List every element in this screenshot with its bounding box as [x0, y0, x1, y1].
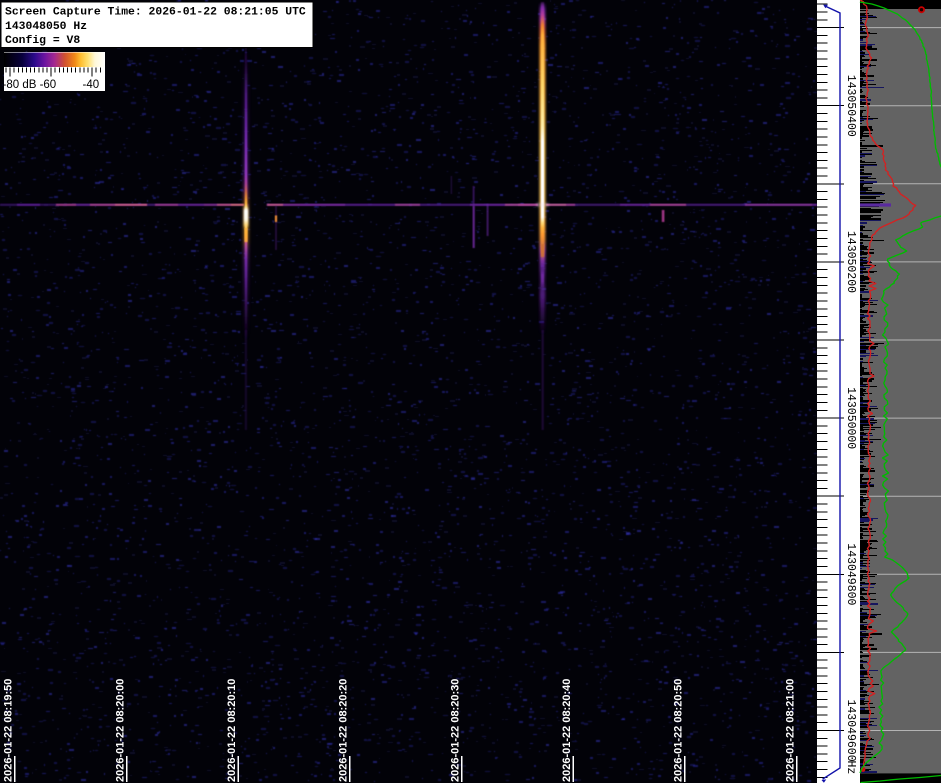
svg-text:-80 dB -60: -80 dB -60 — [3, 79, 57, 91]
svg-text:2026-01-22 08:20:40: 2026-01-22 08:20:40 — [561, 679, 573, 782]
svg-text:Hz: Hz — [844, 761, 857, 775]
svg-text:143049800: 143049800 — [844, 543, 857, 605]
svg-text:-40: -40 — [83, 79, 100, 91]
svg-text:143050000: 143050000 — [844, 387, 857, 449]
svg-text:Screen Capture Time: 2026-01-2: Screen Capture Time: 2026-01-22 08:21:05… — [5, 7, 306, 19]
svg-text:143048050 Hz: 143048050 Hz — [5, 21, 87, 33]
svg-text:2026-01-22 08:21:00: 2026-01-22 08:21:00 — [785, 679, 797, 782]
svg-text:2026-01-22 08:20:30: 2026-01-22 08:20:30 — [450, 679, 462, 782]
svg-text:143050400: 143050400 — [844, 75, 857, 137]
svg-text:2026-01-22 08:20:20: 2026-01-22 08:20:20 — [338, 679, 350, 782]
svg-text:143049600: 143049600 — [844, 700, 857, 762]
svg-text:2026-01-22 08:19:50: 2026-01-22 08:19:50 — [3, 679, 15, 782]
svg-text:Config = V8: Config = V8 — [5, 35, 80, 47]
svg-text:2026-01-22 08:20:10: 2026-01-22 08:20:10 — [226, 679, 238, 782]
svg-text:2026-01-22 08:20:50: 2026-01-22 08:20:50 — [673, 679, 685, 782]
svg-text:2026-01-22 08:20:00: 2026-01-22 08:20:00 — [115, 679, 127, 782]
svg-text:143050200: 143050200 — [844, 231, 857, 293]
